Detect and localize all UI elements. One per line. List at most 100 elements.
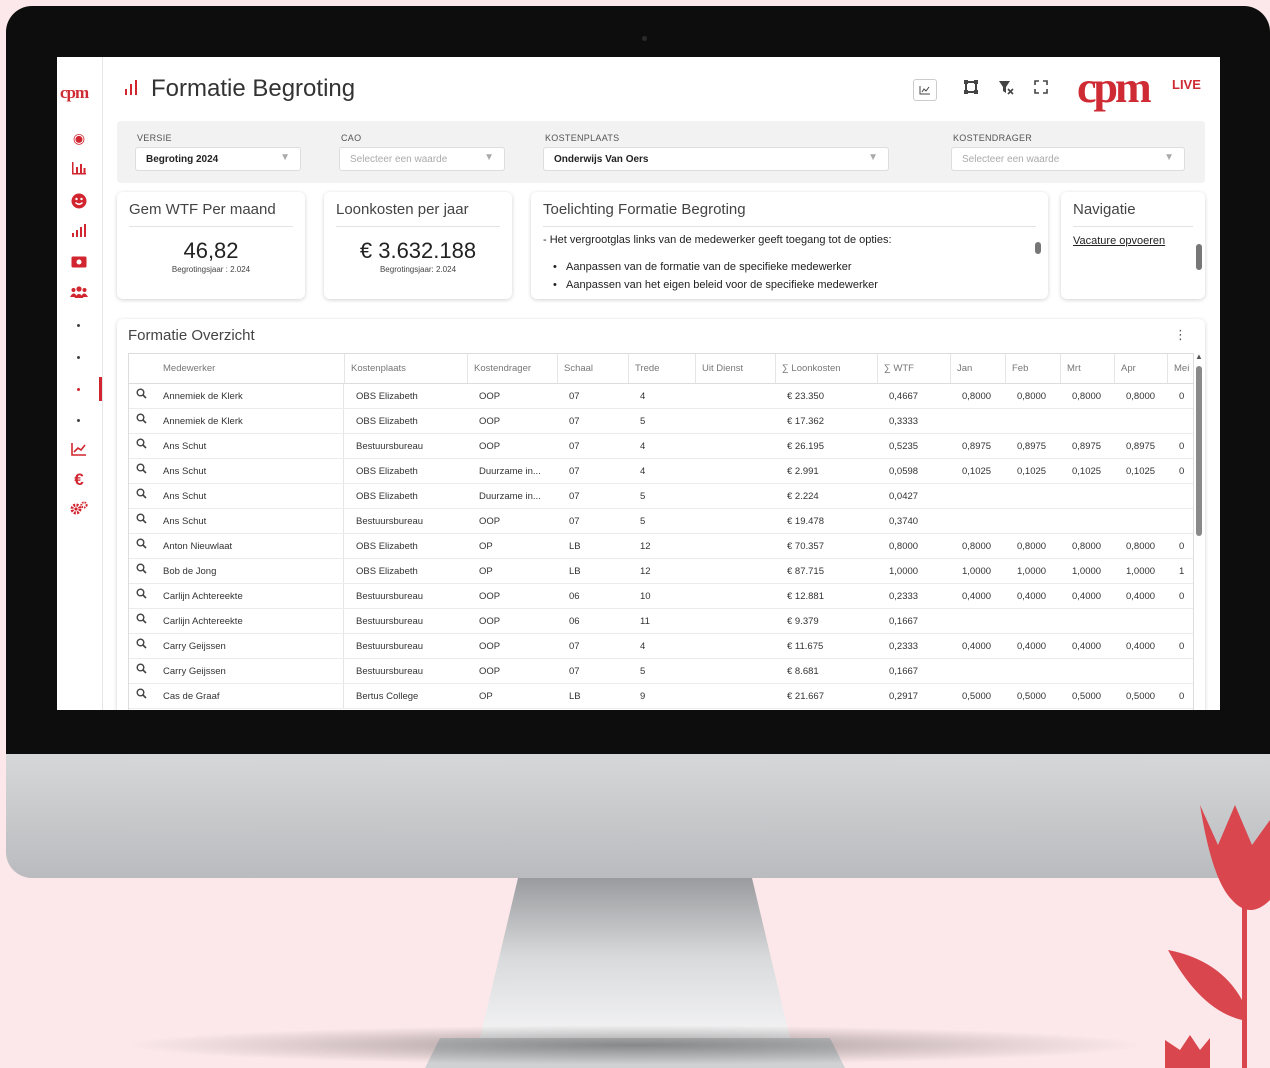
kpi-subtitle: Begrotingsjaar: 2.024 [379, 265, 457, 274]
table-cell: Carry Geijssen [163, 634, 344, 658]
table-cell: OBS Elizabeth [356, 466, 418, 477]
table-cell: OP [479, 691, 493, 702]
sidebar-subitem[interactable] [77, 324, 80, 327]
fullscreen-icon[interactable] [1029, 79, 1053, 101]
trend-chart-icon[interactable] [68, 442, 90, 460]
users-icon[interactable] [68, 284, 90, 302]
column-header[interactable]: ∑ WTF [877, 354, 950, 383]
magnifier-icon[interactable] [136, 509, 147, 534]
table-cell: Bestuursbureau [356, 666, 424, 677]
info-scrollbar-thumb[interactable] [1035, 242, 1041, 254]
table-scrollbar[interactable]: ▲ [1195, 352, 1203, 686]
sidebar-subitem-active[interactable] [77, 388, 80, 391]
scroll-up-icon[interactable]: ▲ [1195, 352, 1203, 361]
column-header[interactable]: Trede [628, 354, 695, 383]
table-cell: 0,8975 [1017, 441, 1047, 452]
table-row[interactable]: Ans Schut OBS Elizabeth Duurzame in... 07 4 €… [129, 459, 1193, 484]
column-header[interactable]: Jan [950, 354, 1005, 383]
magnifier-icon[interactable] [136, 684, 147, 709]
magnifier-icon[interactable] [136, 534, 147, 559]
table-row[interactable]: Annemiek de Klerk OBS Elizabeth OOP 07 5 € 17… [129, 409, 1193, 434]
magnifier-icon[interactable] [136, 434, 147, 459]
magnifier-icon[interactable] [136, 609, 147, 634]
bookmark-frame-icon[interactable] [959, 79, 983, 101]
table-cell [962, 659, 1003, 683]
table-cell: Annemiek de Klerk [163, 384, 344, 408]
signal-icon[interactable] [68, 223, 90, 241]
table-cell: OBS Elizabeth [356, 566, 418, 577]
magnifier-icon[interactable] [136, 384, 147, 409]
tulip-decoration [1165, 805, 1270, 1068]
magnifier-icon[interactable] [136, 659, 147, 684]
table-cell [1072, 609, 1112, 633]
table-row[interactable]: Ans Schut Bestuursbureau OOP 07 4 € 26.195 0,5… [129, 434, 1193, 459]
table-row[interactable]: Annemiek de Klerk OBS Elizabeth OOP 07 4 € 23… [129, 384, 1193, 409]
column-header[interactable]: Schaal [557, 354, 628, 383]
column-header[interactable]: Feb [1005, 354, 1060, 383]
table-row[interactable]: Ans Schut OBS Elizabeth Duurzame in... 07 5 €… [129, 484, 1193, 509]
column-header[interactable]: Mei [1167, 354, 1193, 383]
table-cell [1126, 659, 1165, 683]
vacature-opvoeren-link[interactable]: Vacature opvoeren [1073, 235, 1165, 247]
column-header[interactable]: Kostendrager [467, 354, 557, 383]
table-row[interactable]: Anton Nieuwlaat OBS Elizabeth OP LB 12 € 70.3… [129, 534, 1193, 559]
column-header[interactable]: Medewerker [151, 354, 344, 383]
magnifier-icon[interactable] [136, 484, 147, 509]
filter-select-kostenplaats[interactable]: Onderwijs Van Oers ▼ [543, 147, 889, 171]
column-header[interactable]: Kostenplaats [344, 354, 467, 383]
table-row[interactable]: Carry Geijssen Bestuursbureau OOP 07 4 € 11.6… [129, 634, 1193, 659]
table-cell: 5 [640, 416, 646, 427]
table-cell: 06 [569, 591, 580, 602]
table-cell: 0,4000 [962, 641, 992, 652]
cash-icon[interactable] [68, 254, 90, 272]
table-cell: 5 [640, 491, 646, 502]
navigation-scrollbar-thumb[interactable] [1196, 244, 1202, 270]
table-cell [1179, 484, 1193, 508]
dashboard-icon[interactable]: ◉ [68, 129, 90, 147]
settings-gears-icon[interactable] [68, 501, 90, 519]
sidebar-subitem[interactable] [77, 419, 80, 422]
table-row[interactable]: Carlijn Achtereekte Bestuursbureau OOP 06 11… [129, 609, 1193, 634]
table-cell: OOP [479, 391, 501, 402]
info-title: Toelichting Formatie Begroting [543, 201, 746, 218]
table-row[interactable]: Bob de Jong OBS Elizabeth OP LB 12 € 87.715 1,… [129, 559, 1193, 584]
bar-chart-icon[interactable] [68, 161, 90, 179]
column-header[interactable]: ∑ Loonkosten [775, 354, 877, 383]
clear-filter-icon[interactable] [994, 79, 1018, 101]
table-cell: Bestuursbureau [356, 516, 424, 527]
divider [1073, 226, 1193, 227]
magnifier-icon[interactable] [136, 634, 147, 659]
smiley-icon[interactable] [68, 193, 90, 211]
table-row[interactable]: Carlijn Achtereekte Bestuursbureau OOP 06 10… [129, 584, 1193, 609]
sidebar-subitem[interactable] [77, 356, 80, 359]
table-scrollbar-thumb[interactable] [1196, 366, 1202, 536]
magnifier-icon[interactable] [136, 559, 147, 584]
table-cell: € 12.881 [787, 591, 824, 602]
chart-toggle-icon[interactable] [913, 79, 937, 101]
magnifier-icon[interactable] [136, 459, 147, 484]
navigation-title: Navigatie [1073, 201, 1136, 218]
table-cell: Bob de Jong [163, 559, 344, 583]
table-row[interactable]: Cas de Graaf Bertus College OP LB 9 € 21.667 0… [129, 684, 1193, 709]
filter-select-kostendrager[interactable]: Selecteer een waarde ▼ [951, 147, 1185, 171]
magnifier-icon[interactable] [136, 409, 147, 434]
column-header[interactable]: Uit Dienst [695, 354, 775, 383]
column-header[interactable]: Mrt [1060, 354, 1114, 383]
table-cell: 0,0427 [889, 491, 919, 502]
table-cell: 07 [569, 491, 580, 502]
table-row[interactable]: Carry Geijssen Bestuursbureau OOP 07 5 € 8.68… [129, 659, 1193, 684]
column-header[interactable]: Apr [1114, 354, 1167, 383]
table-row[interactable]: Ans Schut Bestuursbureau OOP 07 5 € 19.478 0,3… [129, 509, 1193, 534]
filter-select-versie[interactable]: Begroting 2024 ▼ [135, 147, 301, 171]
sidebar-logo[interactable]: cpm [60, 83, 89, 103]
filter-select-cao[interactable]: Selecteer een waarde ▼ [339, 147, 505, 171]
table-cell: 0,8000 [889, 541, 919, 552]
table-cell: 0,8000 [962, 541, 992, 552]
magnifier-icon[interactable] [136, 584, 147, 609]
table-cell: 0,4000 [1072, 591, 1102, 602]
more-options-icon[interactable]: ⋮ [1174, 327, 1187, 343]
euro-icon[interactable]: € [68, 471, 90, 489]
table-cell: 0,5000 [962, 691, 992, 702]
title-signal-icon [124, 79, 138, 100]
table-cell: 0,1667 [889, 616, 919, 627]
